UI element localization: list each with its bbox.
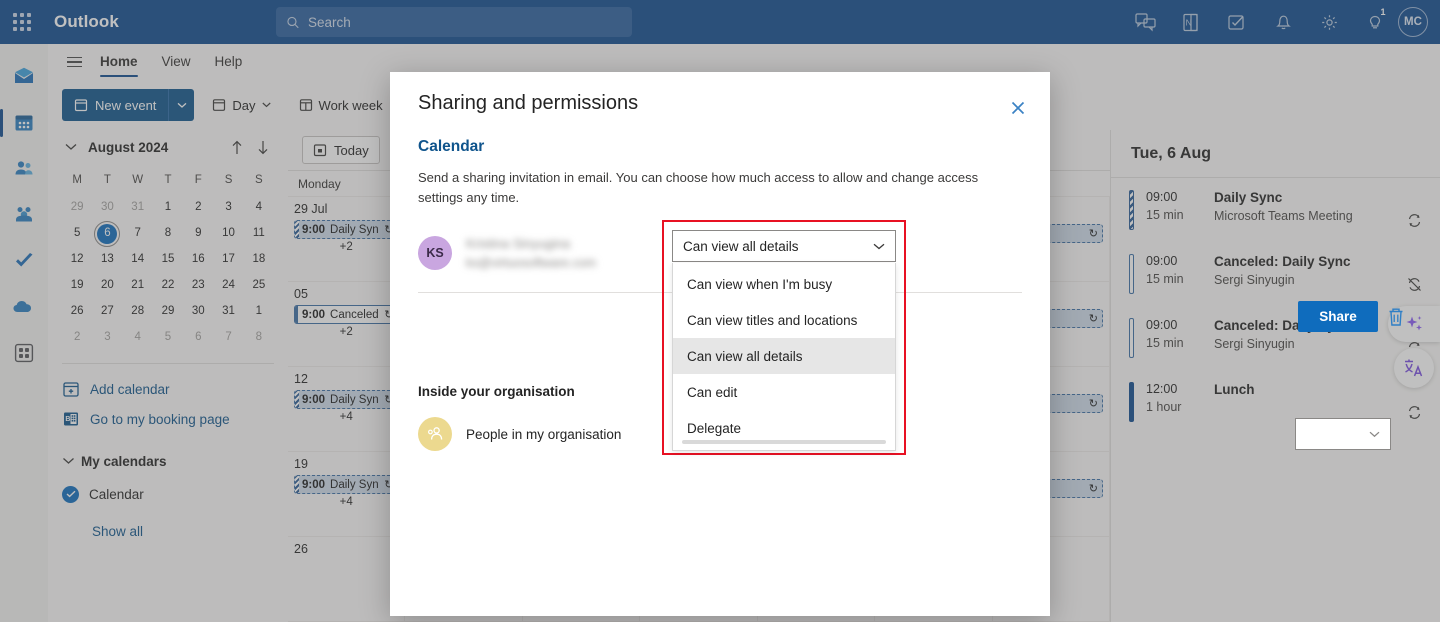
org-row-label: People in my organisation — [466, 426, 622, 442]
person-info: Kristina Sinyugina ks@virtuosoftware.com — [466, 236, 666, 270]
chevron-down-icon — [873, 243, 885, 249]
permission-dropdown-selected: Can view all details — [683, 238, 799, 254]
permission-dropdown-button[interactable]: Can view all details — [672, 230, 896, 262]
close-icon[interactable] — [1004, 94, 1032, 122]
inside-org-title: Inside your organisation — [418, 384, 575, 399]
trash-icon[interactable] — [1386, 306, 1406, 328]
dialog-description: Send a sharing invitation in email. You … — [418, 170, 979, 205]
org-permission-dropdown[interactable] — [1295, 418, 1391, 450]
permission-option[interactable]: Can view all details — [673, 338, 895, 374]
org-avatar — [418, 417, 452, 451]
dropdown-scrollbar[interactable] — [682, 440, 886, 444]
permission-option[interactable]: Can view titles and locations — [673, 302, 895, 338]
chevron-down-icon — [1369, 431, 1380, 437]
permission-option[interactable]: Can edit — [673, 374, 895, 410]
person-email-redacted: ks@virtuosoftware.com — [466, 256, 597, 270]
org-permission-row: People in my organisation — [418, 417, 621, 451]
outlook-calendar-app: Outlook N — [0, 0, 1440, 622]
permission-dropdown-list: Can view when I'm busy Can view titles an… — [672, 263, 896, 451]
permission-dropdown-highlight: Can view all details Can view when I'm b… — [662, 220, 906, 455]
dialog-title: Sharing and permissions — [418, 92, 639, 114]
people-group-icon — [428, 427, 443, 440]
person-avatar: KS — [418, 236, 452, 270]
share-button[interactable]: Share — [1298, 301, 1378, 332]
dialog-section-title: Calendar — [418, 138, 485, 155]
permission-option[interactable]: Can view when I'm busy — [673, 266, 895, 302]
person-name-redacted: Kristina Sinyugina — [466, 236, 571, 251]
